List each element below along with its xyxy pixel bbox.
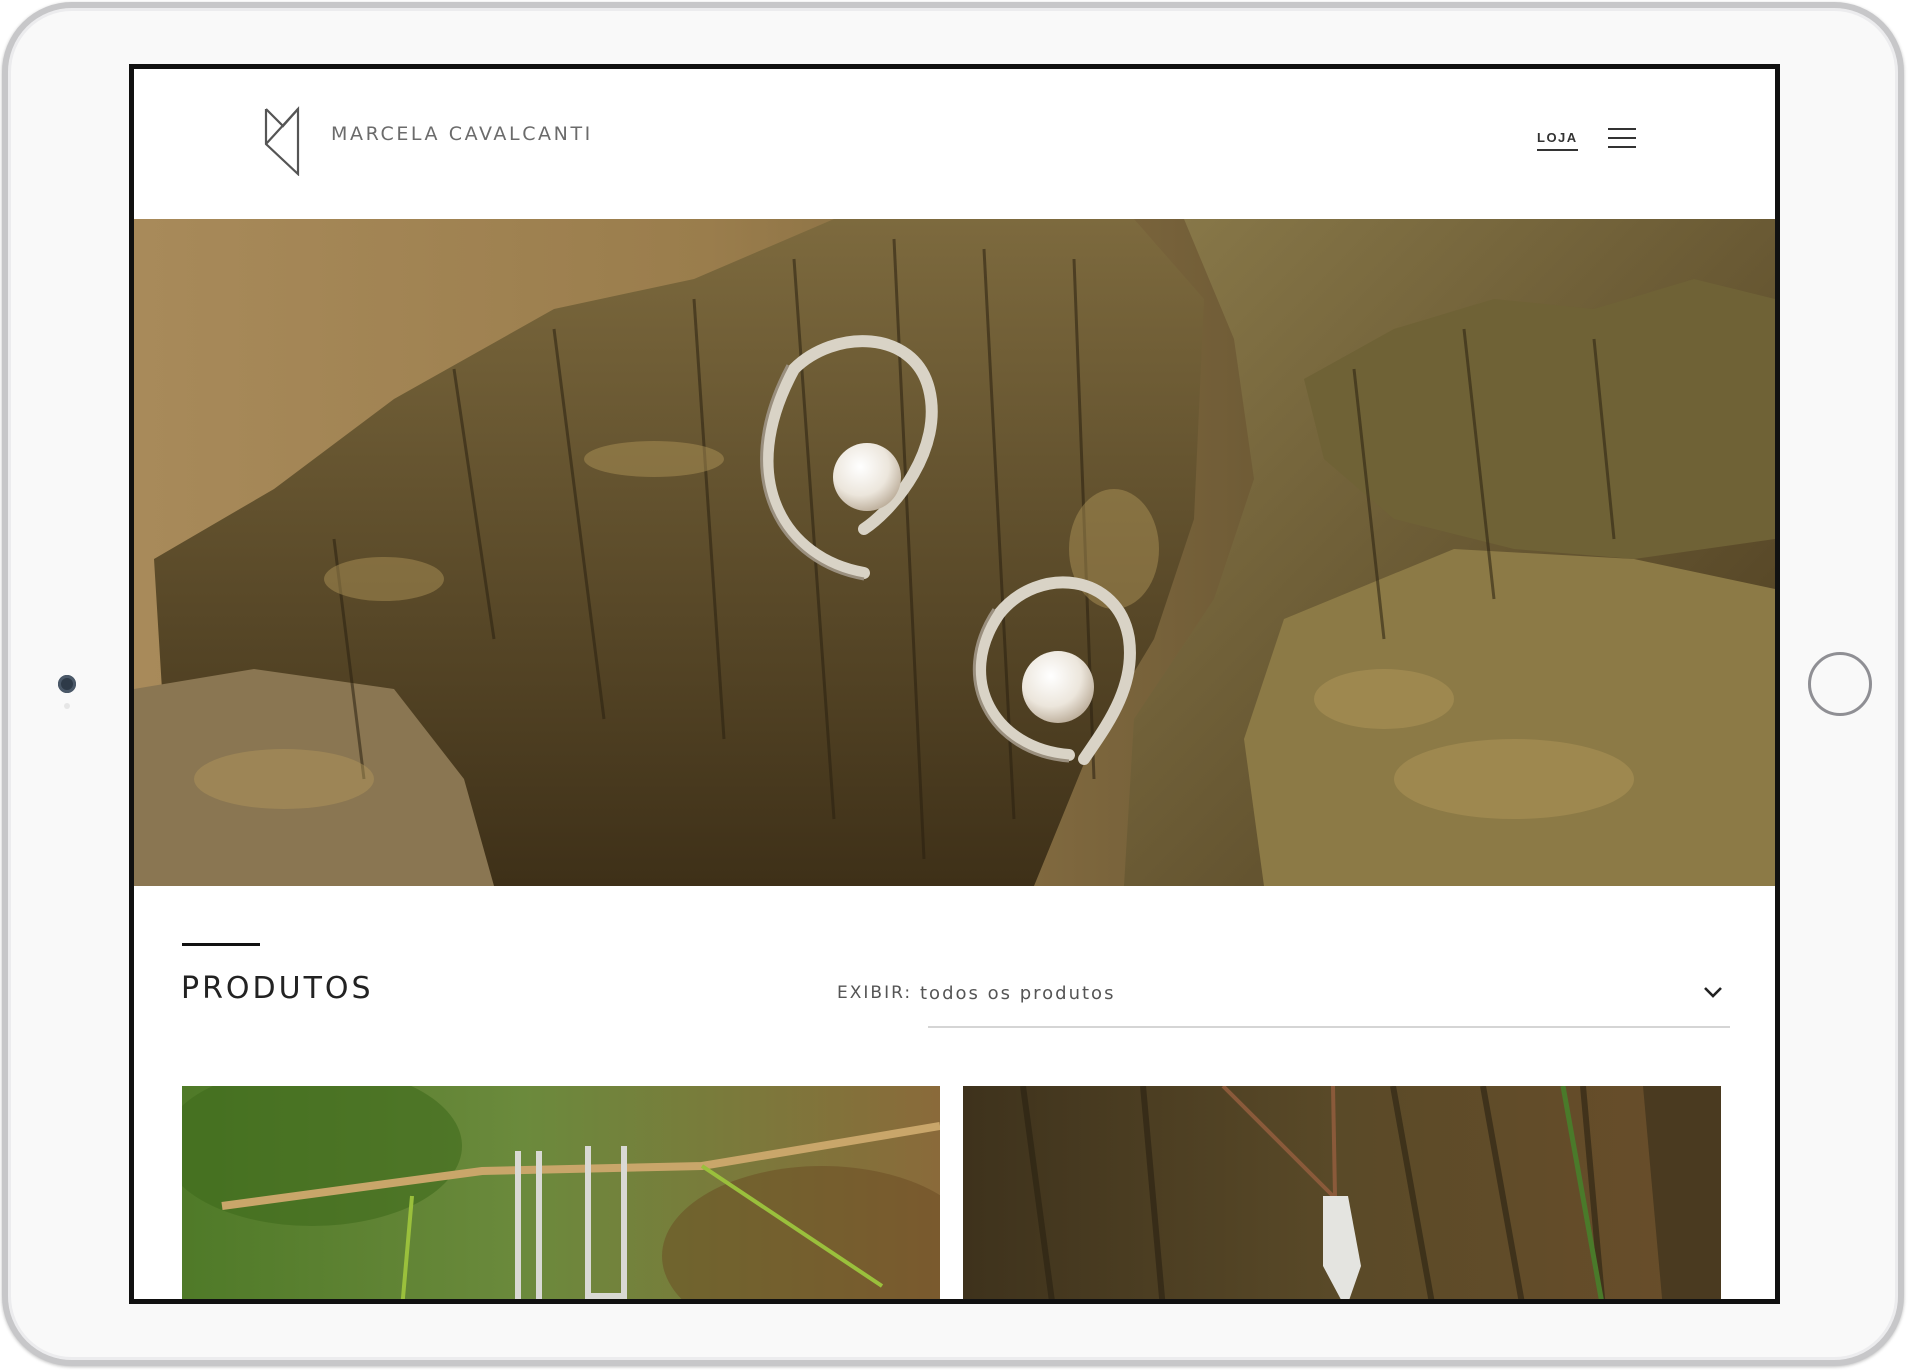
front-camera: [58, 675, 76, 693]
site-header: MARCELA CAVALCANTI LOJA: [134, 69, 1775, 219]
nav-link-loja[interactable]: LOJA: [1537, 130, 1578, 151]
screen: MARCELA CAVALCANTI LOJA PRODUTOS EXIBIR:…: [129, 64, 1780, 1304]
light-sensor: [64, 703, 70, 709]
logo-mark-icon[interactable]: [263, 104, 301, 176]
filter-label: EXIBIR:: [837, 983, 913, 1003]
section-rule: [182, 943, 260, 946]
hamburger-menu-icon[interactable]: [1608, 128, 1636, 148]
filter-value[interactable]: todos os produtos: [920, 983, 1115, 1004]
home-button[interactable]: [1808, 652, 1872, 716]
section-title: PRODUTOS: [181, 971, 374, 1006]
hero-image: [134, 219, 1775, 886]
brand-name[interactable]: MARCELA CAVALCANTI: [331, 123, 593, 145]
product-card[interactable]: [182, 1086, 940, 1299]
filter-underline: [928, 1026, 1730, 1028]
product-card[interactable]: [963, 1086, 1721, 1299]
chevron-down-icon[interactable]: [1702, 985, 1724, 999]
